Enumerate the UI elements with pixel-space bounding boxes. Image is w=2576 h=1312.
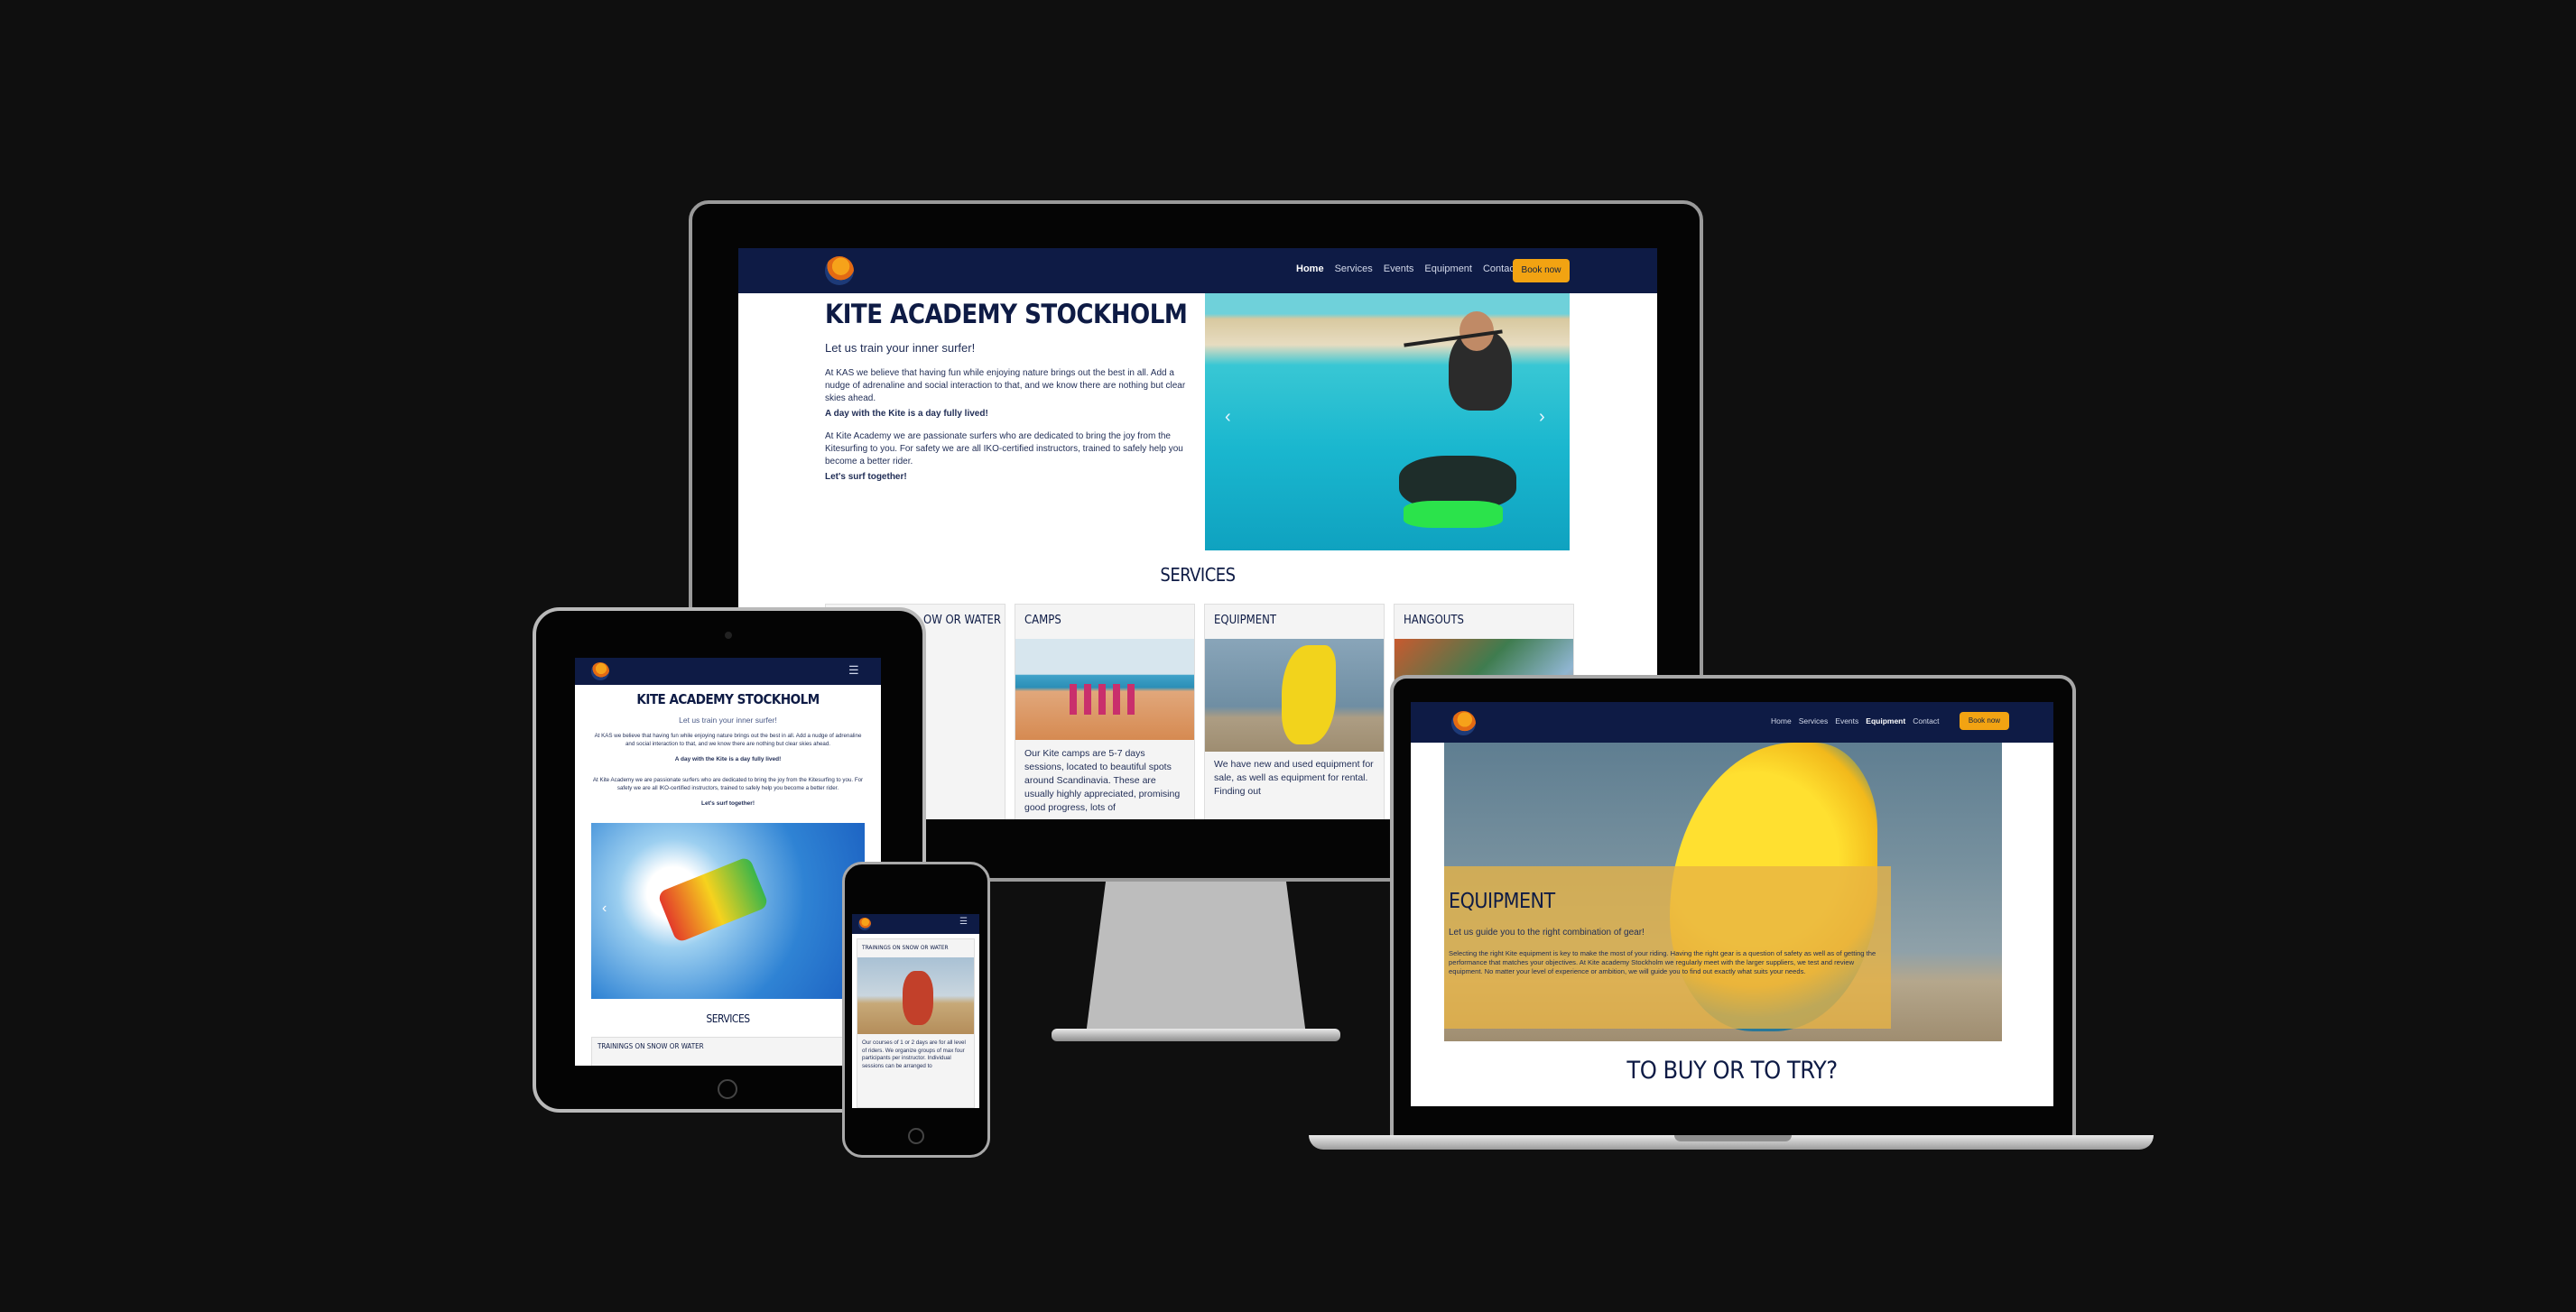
monitor-stand xyxy=(1086,882,1306,1035)
services-heading: SERVICES xyxy=(1160,564,1236,586)
service-card-trainings[interactable]: TRAININGS ON SNOW OR WATER xyxy=(591,1037,865,1066)
card-title: TRAININGS ON SNOW OR WATER xyxy=(598,1042,704,1050)
book-now-button[interactable]: Book now xyxy=(1960,712,2009,730)
book-now-button[interactable]: Book now xyxy=(1513,259,1570,282)
nav-links: Home Services Events Equipment Contact xyxy=(1296,263,1517,274)
service-card-trainings[interactable]: TRAININGS ON SNOW OR WATER Our courses o… xyxy=(857,938,975,1108)
tablet-camera xyxy=(725,632,732,639)
laptop-screen: Home Services Events Equipment Contact B… xyxy=(1411,702,2053,1106)
buy-or-try-heading: TO BUY OR TO TRY? xyxy=(1626,1057,1838,1085)
kas-logo-icon[interactable] xyxy=(1451,711,1476,735)
intro-paragraph-1: At KAS we believe that having fun while … xyxy=(594,733,862,747)
page-title: KITE ACADEMY STOCKHOLM xyxy=(636,691,820,707)
service-card-equipment[interactable]: EQUIPMENT We have new and used equipment… xyxy=(1204,604,1385,819)
chevron-right-icon[interactable]: › xyxy=(1539,407,1545,428)
intro-bold-1: A day with the Kite is a day fully lived… xyxy=(674,756,782,762)
nav-home[interactable]: Home xyxy=(1771,716,1792,725)
nav-contact[interactable]: Contact xyxy=(1913,716,1939,725)
nav-equipment[interactable]: Equipment xyxy=(1424,263,1472,274)
tablet-home-button[interactable] xyxy=(718,1079,737,1099)
equipment-text: Selecting the right Kite equipment is ke… xyxy=(1449,949,1876,975)
card-text: Our courses of 1 or 2 days are for all l… xyxy=(862,1039,966,1069)
hamburger-icon[interactable]: ☰ xyxy=(959,917,968,927)
intro-paragraph-2: At Kite Academy we are passionate surfer… xyxy=(825,431,1183,467)
kite-rider xyxy=(656,855,770,944)
chevron-left-icon[interactable]: ‹ xyxy=(1225,407,1231,428)
tagline: Let us train your inner surfer! xyxy=(679,716,777,725)
nav-equipment[interactable]: Equipment xyxy=(1866,716,1905,725)
card-title: EQUIPMENT xyxy=(1214,614,1277,627)
nav-services[interactable]: Services xyxy=(1799,716,1829,725)
kas-logo-icon[interactable] xyxy=(858,918,871,930)
card-title: HANGOUTS xyxy=(1404,614,1464,627)
service-card-camps[interactable]: CAMPS Our Kite camps are 5-7 days sessio… xyxy=(1015,604,1195,819)
card-text: Our Kite camps are 5-7 days sessions, lo… xyxy=(1024,748,1181,813)
intro-paragraph-2: At Kite Academy we are passionate surfer… xyxy=(592,777,864,791)
tablet-hero-image: ‹ xyxy=(591,823,865,999)
phone-navbar: ☰ xyxy=(852,914,979,934)
card-text: We have new and used equipment for sale,… xyxy=(1214,759,1374,797)
tagline: Let us train your inner surfer! xyxy=(825,341,976,355)
monitor-base xyxy=(1052,1029,1340,1041)
nav-events[interactable]: Events xyxy=(1384,263,1414,274)
laptop-notch xyxy=(1674,1135,1792,1141)
rider-figure xyxy=(903,971,933,1025)
intro-bold-2: Let's surf together! xyxy=(701,800,755,807)
kas-logo-icon[interactable] xyxy=(825,256,854,285)
phone-home-button[interactable] xyxy=(908,1128,924,1144)
laptop-navbar: Home Services Events Equipment Contact B… xyxy=(1411,702,2053,743)
nav-services[interactable]: Services xyxy=(1335,263,1373,274)
phone-screen: ☰ TRAININGS ON SNOW OR WATER Our courses… xyxy=(852,914,979,1108)
equipment-title: EQUIPMENT xyxy=(1449,890,1555,913)
tablet-screen: ☰ KITE ACADEMY STOCKHOLM Let us train yo… xyxy=(575,658,881,1066)
camp-riders xyxy=(1070,684,1142,715)
nav-links: Home Services Events Equipment Contact xyxy=(1771,716,1940,725)
services-heading: SERVICES xyxy=(706,1012,750,1025)
equipment-subtitle: Let us guide you to the right combinatio… xyxy=(1449,928,1645,938)
tablet-navbar: ☰ xyxy=(575,658,881,685)
navbar: Home Services Events Equipment Contact B… xyxy=(738,248,1657,293)
yellow-kite xyxy=(1282,645,1336,744)
intro-bold-1: A day with the Kite is a day fully lived… xyxy=(825,409,988,419)
page-title: KITE ACADEMY STOCKHOLM xyxy=(825,299,1188,329)
card-title: CAMPS xyxy=(1024,614,1061,627)
chevron-left-icon[interactable]: ‹ xyxy=(602,901,607,917)
card-title: TRAININGS ON SNOW OR WATER xyxy=(862,944,949,951)
nav-events[interactable]: Events xyxy=(1835,716,1858,725)
nav-home[interactable]: Home xyxy=(1296,263,1324,274)
hamburger-icon[interactable]: ☰ xyxy=(848,663,859,678)
kas-logo-icon[interactable] xyxy=(591,662,609,680)
card-title: OW OR WATER xyxy=(923,614,1002,627)
equipment-hero-image: EQUIPMENT Let us guide you to the right … xyxy=(1444,743,2002,1041)
neon-shorts xyxy=(1404,501,1503,528)
intro-bold-2: Let's surf together! xyxy=(825,472,907,482)
hero-carousel-image: ‹ › xyxy=(1205,293,1570,550)
intro-paragraph-1: At KAS we believe that having fun while … xyxy=(825,368,1186,403)
